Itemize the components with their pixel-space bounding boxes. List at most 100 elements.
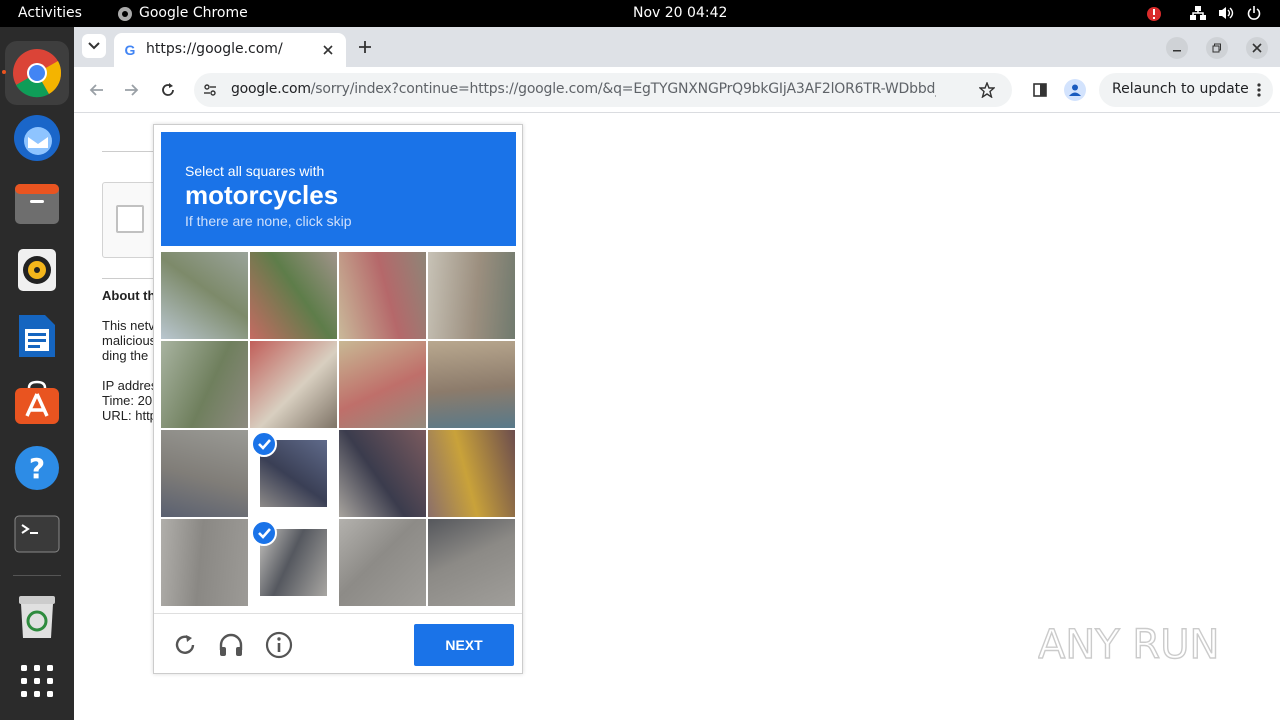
captcha-tile-image (339, 519, 426, 606)
restore-window-icon[interactable] (1206, 37, 1228, 59)
google-favicon-icon: G (125, 43, 136, 57)
captcha-tile[interactable] (161, 519, 248, 606)
libreoffice-writer-icon (19, 315, 55, 357)
volume-icon[interactable] (1217, 5, 1235, 21)
captcha-hint: If there are none, click skip (185, 213, 352, 229)
terminal-icon (14, 515, 60, 553)
dock-item-thunderbird[interactable] (5, 106, 69, 170)
captcha-tile[interactable] (161, 341, 248, 428)
dock-item-app-center[interactable] (5, 370, 69, 434)
power-icon[interactable] (1246, 5, 1262, 21)
url-text: google.com/sorry/index?continue=https://… (231, 81, 936, 97)
close-tab-icon[interactable] (320, 42, 336, 58)
dock-item-show-apps[interactable] (5, 649, 69, 713)
url-path: /sorry/index?continue=https://google.com… (310, 81, 936, 97)
dock-item-terminal[interactable] (5, 502, 69, 566)
network-icon[interactable] (1189, 5, 1207, 21)
audio-challenge-icon[interactable] (216, 630, 246, 660)
app-grid-icon (21, 665, 53, 697)
chrome-icon (13, 49, 62, 98)
captcha-tile-image (428, 252, 515, 339)
tile-selected-checkmark-icon (251, 431, 277, 457)
files-icon (15, 184, 59, 224)
captcha-tile[interactable] (250, 430, 337, 517)
captcha-tile[interactable] (250, 519, 337, 606)
time-line: Time: 20 (102, 393, 153, 408)
captcha-challenge-popup: Select all squares with motorcycles If t… (153, 124, 523, 674)
minimize-window-icon[interactable] (1166, 37, 1188, 59)
back-icon[interactable] (86, 80, 106, 100)
thunderbird-icon (14, 115, 60, 161)
dock: ? (0, 27, 74, 720)
trash-icon (19, 596, 55, 638)
close-window-icon[interactable] (1246, 37, 1268, 59)
running-indicator (2, 70, 6, 74)
forward-icon[interactable] (122, 80, 142, 100)
dock-item-files[interactable] (5, 172, 69, 236)
reload-icon[interactable] (158, 80, 178, 100)
dock-item-trash[interactable] (5, 585, 69, 649)
activities-button[interactable]: Activities (18, 5, 82, 21)
url-domain: google.com (231, 81, 311, 97)
profile-avatar-icon[interactable] (1064, 79, 1086, 101)
reload-challenge-icon[interactable] (170, 630, 200, 660)
about-heading: About th (102, 288, 156, 303)
captcha-tile[interactable] (428, 341, 515, 428)
bookmark-star-icon[interactable] (978, 81, 996, 99)
captcha-tile[interactable] (339, 519, 426, 606)
captcha-target-object: motorcycles (185, 180, 339, 210)
url-line: URL: http (102, 408, 157, 423)
system-top-bar: Activities Google Chrome Nov 20 04:42 (0, 0, 1280, 27)
browser-toolbar: google.com/sorry/index?continue=https://… (74, 67, 1280, 113)
alert-icon[interactable] (1146, 6, 1162, 22)
captcha-tile-image (428, 341, 515, 428)
captcha-tile[interactable] (339, 252, 426, 339)
active-app-name[interactable]: Google Chrome (139, 5, 248, 21)
dock-item-rhythmbox[interactable] (5, 238, 69, 302)
watermark-text: ANY RUN (1038, 622, 1219, 668)
captcha-tile[interactable] (339, 430, 426, 517)
captcha-tile[interactable] (161, 252, 248, 339)
ip-address-line: IP addres (102, 378, 158, 393)
captcha-tile-image (161, 341, 248, 428)
captcha-tile-image (250, 252, 337, 339)
dock-item-chrome[interactable] (5, 41, 69, 105)
captcha-tile[interactable] (428, 252, 515, 339)
svg-text:?: ? (29, 452, 45, 485)
chrome-small-icon (117, 6, 133, 22)
next-button[interactable]: NEXT (414, 624, 514, 666)
clock[interactable]: Nov 20 04:42 (633, 5, 727, 21)
about-line-3: ding the (102, 348, 149, 363)
captcha-tile[interactable] (428, 430, 515, 517)
captcha-tile-image (339, 430, 426, 517)
captcha-tile[interactable] (250, 341, 337, 428)
captcha-tile[interactable] (428, 519, 515, 606)
relaunch-to-update-button[interactable]: Relaunch to update (1099, 73, 1273, 107)
captcha-tile-image (428, 430, 515, 517)
dock-item-libreoffice-writer[interactable] (5, 304, 69, 368)
tab-search-button[interactable] (82, 34, 106, 58)
info-icon[interactable] (264, 630, 294, 660)
captcha-tile[interactable] (339, 341, 426, 428)
tab-title: https://google.com/ (146, 41, 283, 57)
anyrun-watermark: ANY RUN (1037, 610, 1238, 674)
more-menu-icon[interactable] (1255, 82, 1263, 98)
recaptcha-checkbox[interactable] (116, 205, 144, 233)
app-center-icon (15, 380, 59, 424)
captcha-tile-image (161, 252, 248, 339)
site-info-icon[interactable] (202, 82, 218, 98)
captcha-tile-image (161, 430, 248, 517)
dock-item-help[interactable]: ? (5, 436, 69, 500)
captcha-footer: NEXT (154, 613, 522, 674)
side-panel-icon[interactable] (1030, 80, 1050, 100)
tab-active[interactable]: G https://google.com/ (114, 33, 346, 67)
captcha-tile-image (428, 519, 515, 606)
help-icon: ? (15, 446, 59, 490)
new-tab-icon[interactable] (356, 38, 374, 56)
tab-strip: G https://google.com/ (74, 27, 1280, 67)
tile-selected-checkmark-icon (251, 520, 277, 546)
address-bar[interactable]: google.com/sorry/index?continue=https://… (194, 73, 1012, 107)
chevron-down-icon (88, 42, 100, 50)
captcha-tile[interactable] (250, 252, 337, 339)
captcha-tile[interactable] (161, 430, 248, 517)
